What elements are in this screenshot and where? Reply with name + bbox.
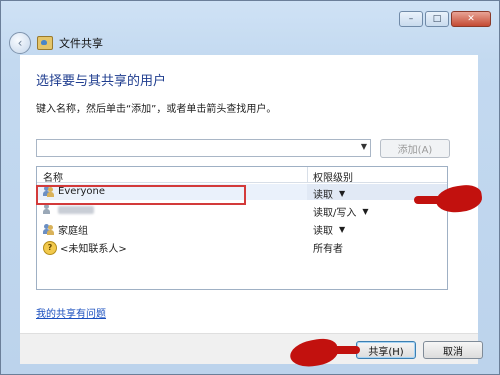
redacted-user-name bbox=[58, 205, 94, 214]
instruction-text: 键入名称，然后单击“添加”，或者单击箭头查找用户。 bbox=[36, 104, 277, 115]
window-title: 文件共享 bbox=[59, 37, 103, 50]
row-permission: 读取 bbox=[313, 190, 333, 201]
permission-dropdown-icon[interactable]: ▼ bbox=[362, 207, 368, 216]
cancel-button[interactable]: 取消 bbox=[423, 341, 483, 359]
unknown-contact-icon: ? bbox=[43, 240, 57, 255]
name-cell: 家庭组 bbox=[43, 222, 88, 237]
sharing-problem-link[interactable]: 我的共享有问题 bbox=[36, 305, 106, 320]
permission-cell[interactable]: 读取 ▼ bbox=[313, 186, 345, 201]
pointer-hand-icon bbox=[328, 346, 360, 354]
row-name: <未知联系人> bbox=[60, 244, 127, 255]
back-button[interactable]: ‹ bbox=[9, 32, 31, 54]
row-permission: 读取/写入 bbox=[313, 208, 357, 219]
pointer-hand-icon bbox=[414, 196, 444, 204]
share-button[interactable]: 共享(H) bbox=[356, 341, 416, 359]
column-divider[interactable] bbox=[307, 167, 308, 182]
close-button[interactable]: ✕ bbox=[451, 11, 491, 27]
name-cell bbox=[43, 204, 94, 215]
table-row[interactable]: ? <未知联系人> 所有者 bbox=[37, 238, 447, 255]
table-row[interactable]: 家庭组 读取 ▼ bbox=[37, 220, 447, 237]
permission-dropdown-icon[interactable]: ▼ bbox=[339, 189, 345, 198]
permission-cell[interactable]: 读取/写入 ▼ bbox=[313, 204, 369, 219]
user-name-input[interactable]: ▼ bbox=[36, 139, 371, 157]
title-bar: ‹ 文件共享 bbox=[9, 32, 103, 54]
row-name: 家庭组 bbox=[58, 226, 88, 237]
permission-cell[interactable]: 读取 ▼ bbox=[313, 222, 345, 237]
back-arrow-icon: ‹ bbox=[17, 36, 23, 50]
permission-cell: 所有者 bbox=[313, 240, 343, 255]
dialog-footer: 共享(H) 取消 bbox=[20, 333, 483, 364]
column-header-name[interactable]: 名称 bbox=[43, 169, 63, 184]
row-permission: 所有者 bbox=[313, 244, 343, 255]
user-icon bbox=[43, 204, 55, 215]
row-permission: 读取 bbox=[313, 226, 333, 237]
name-cell: ? <未知联系人> bbox=[43, 240, 127, 255]
selection-highlight-box bbox=[36, 185, 246, 205]
add-button[interactable]: 添加(A) bbox=[380, 139, 450, 158]
column-header-permission[interactable]: 权限级别 bbox=[313, 169, 353, 184]
file-sharing-icon bbox=[37, 36, 53, 50]
permission-dropdown-icon[interactable]: ▼ bbox=[339, 225, 345, 234]
table-header: 名称 权限级别 bbox=[37, 167, 447, 184]
maximize-button[interactable]: □ bbox=[425, 11, 449, 27]
dropdown-arrow-icon[interactable]: ▼ bbox=[361, 142, 367, 151]
minimize-button[interactable]: – bbox=[399, 11, 423, 27]
homegroup-icon bbox=[43, 224, 55, 235]
window-controls: – □ ✕ bbox=[399, 11, 491, 27]
page-heading: 选择要与其共享的用户 bbox=[36, 74, 167, 89]
